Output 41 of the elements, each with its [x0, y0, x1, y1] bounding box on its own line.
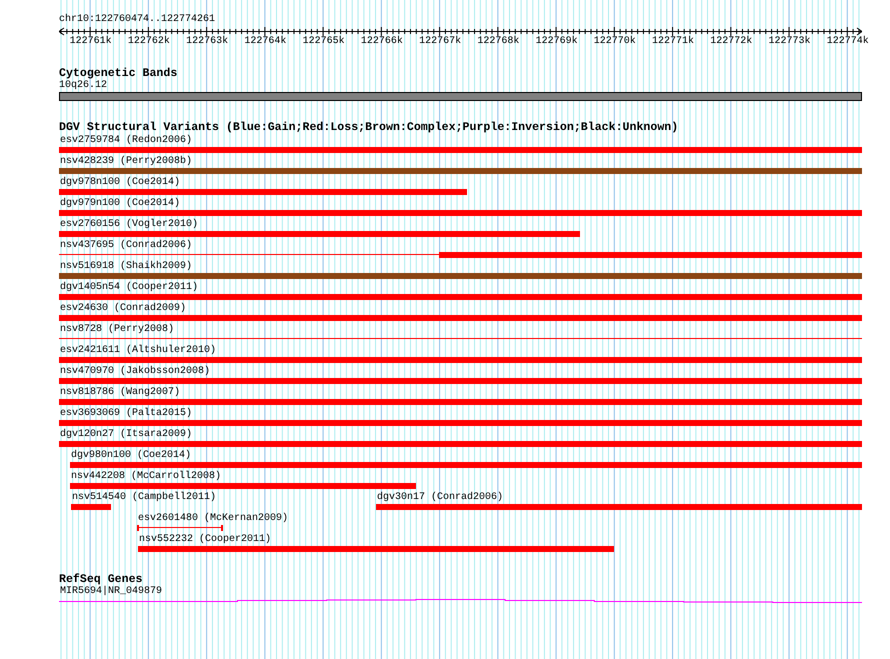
variant-label[interactable]: esv2601480 (McKernan2009) [138, 513, 288, 524]
ruler-tick-label: 122772k [710, 36, 752, 48]
variant-label[interactable]: esv24630 (Conrad2009) [60, 303, 186, 314]
variant-label[interactable]: esv3693069 (Palta2015) [60, 408, 192, 419]
variant-label[interactable]: nsv818786 (Wang2007) [60, 387, 180, 398]
track-title: RefSeq Genes [59, 574, 142, 586]
variant-label[interactable]: dgv30n17 (Conrad2006) [377, 492, 504, 503]
ruler-tick-label: 122774k [826, 36, 869, 48]
variant-label[interactable]: nsv428239 (Perry2008b) [60, 156, 192, 167]
track-title: Cytogenetic Bands [59, 68, 178, 80]
location-title: chr10:122760474..122774261 [59, 14, 216, 26]
ruler-tick-label: 122769k [536, 36, 578, 48]
ruler-tick-label: 122767k [419, 36, 462, 48]
variant-label[interactable]: nsv470970 (Jakobsson2008) [60, 366, 210, 377]
gene-label[interactable]: MIR5694|NR_049879 [60, 586, 162, 598]
ruler-tick-label: 122761k [70, 36, 112, 48]
ruler-tick-label: 122768k [477, 36, 520, 48]
variant-label[interactable]: esv2760156 (Vogler2010) [60, 219, 198, 230]
track-title: DGV Structural Variants (Blue:Gain;Red:Loss;Brown:Complex;Purple:Inversion;Black:Unknown) [59, 122, 680, 134]
ruler-tick-label: 122766k [360, 36, 403, 48]
variant-label[interactable]: esv2421611 (Altshuler2010) [60, 345, 216, 356]
variant-label[interactable]: nsv514540 (Campbell2011) [72, 492, 216, 503]
variant-label[interactable]: nsv552232 (Cooper2011) [138, 534, 271, 545]
variant-label[interactable]: dgv980n100 (Coe2014) [71, 450, 192, 461]
band-label: 10q26.12 [59, 80, 108, 92]
variant-label[interactable]: nsv442208 (McCarroll2008) [71, 471, 222, 482]
ruler-tick-label: 122762k [128, 36, 170, 48]
variant-label[interactable]: nsv8728 (Perry2008) [60, 324, 174, 335]
variant-label[interactable]: nsv516918 (Shaikh2009) [60, 261, 192, 272]
ruler-tick-label: 122763k [186, 36, 228, 48]
ruler-tick-label: 122765k [302, 36, 345, 48]
variant-label[interactable]: dgv120n27 (Itsara2009) [60, 429, 192, 440]
variant-label[interactable]: dgv978n100 (Coe2014) [60, 177, 180, 188]
ruler-tick-label: 122773k [768, 36, 811, 48]
variant-label[interactable]: esv2759784 (Redon2006) [60, 135, 192, 146]
variant-label[interactable]: nsv437695 (Conrad2006) [60, 240, 192, 251]
ruler-tick-label: 122764k [244, 36, 286, 48]
variant-label[interactable]: dgv1405n54 (Cooper2011) [60, 282, 198, 293]
ruler-tick-label: 122771k [652, 36, 694, 48]
ruler-tick-label: 122770k [594, 36, 636, 48]
variant-label[interactable]: dgv979n100 (Coe2014) [60, 198, 180, 209]
